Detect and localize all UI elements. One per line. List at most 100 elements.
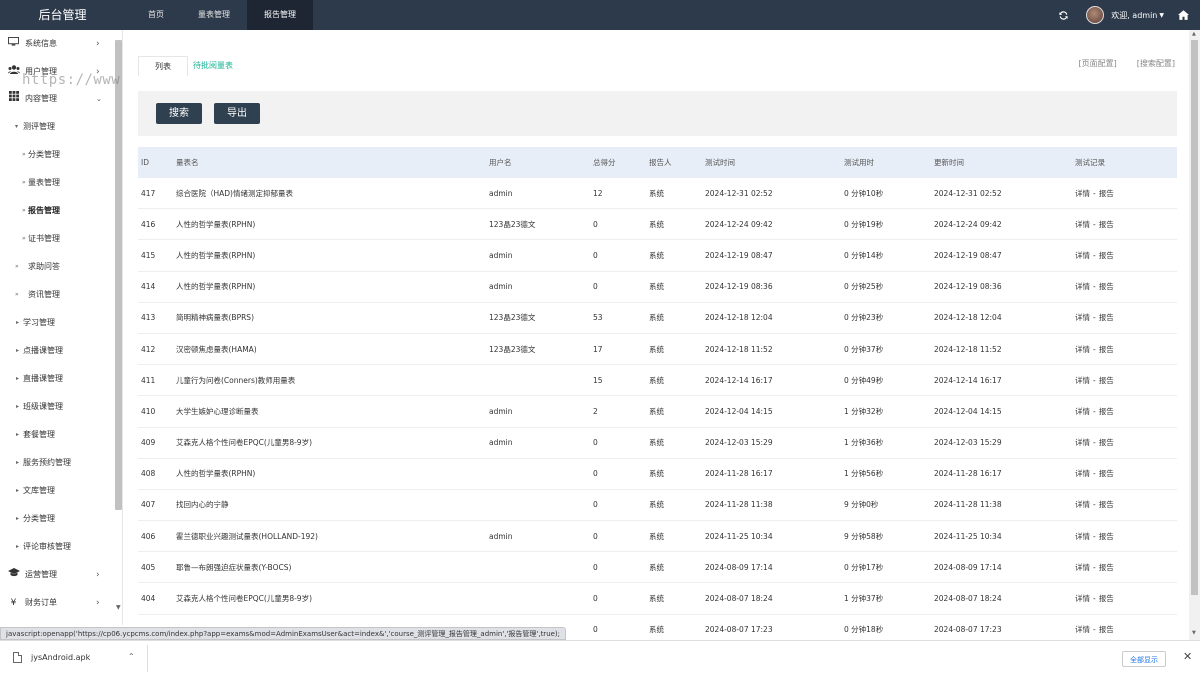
cell-username: 123晶23德文 bbox=[489, 219, 536, 229]
detail-link[interactable]: 详情 bbox=[1075, 344, 1090, 355]
detail-link[interactable]: 详情 bbox=[1075, 499, 1090, 510]
report-link[interactable]: 报告 bbox=[1099, 312, 1114, 323]
sidebar-item-library-management[interactable]: ▸ 文库管理 bbox=[0, 481, 115, 501]
detail-link[interactable]: 详情 bbox=[1075, 468, 1090, 479]
report-link[interactable]: 报告 bbox=[1099, 281, 1114, 292]
cell-reporter: 系统 bbox=[649, 375, 664, 385]
sidebar-item-class-course[interactable]: ▸ 班级课管理 bbox=[0, 397, 115, 417]
cell-id: 410 bbox=[141, 406, 156, 416]
detail-link[interactable]: 详情 bbox=[1075, 219, 1090, 230]
cell-reporter: 系统 bbox=[649, 438, 664, 448]
sidebar-item-label: 点播课管理 bbox=[23, 346, 63, 355]
cell-test-record: 详情 - 报告 bbox=[1075, 303, 1114, 333]
cell-test-time: 2024-12-31 02:52 bbox=[705, 188, 773, 198]
report-link[interactable]: 报告 bbox=[1099, 499, 1114, 510]
detail-link[interactable]: 详情 bbox=[1075, 437, 1090, 448]
sidebar-item-report-management[interactable]: » 报告管理 bbox=[0, 201, 115, 221]
detail-link[interactable]: 详情 bbox=[1075, 375, 1090, 386]
sidebar-item-help-qa[interactable]: » 求助问答 bbox=[0, 257, 115, 277]
sidebar-item-vod-course[interactable]: ▸ 点播课管理 bbox=[0, 341, 115, 361]
sidebar-item-news-management[interactable]: » 资讯管理 bbox=[0, 285, 115, 305]
sidebar-item-evaluation-management[interactable]: ▾ 测评管理 bbox=[0, 117, 115, 137]
cell-id: 406 bbox=[141, 531, 156, 541]
cell-test-record: 详情 - 报告 bbox=[1075, 521, 1114, 551]
cell-reporter: 系统 bbox=[649, 594, 664, 604]
cell-updated-time: 2024-12-19 08:47 bbox=[934, 250, 1002, 260]
cell-score: 0 bbox=[593, 438, 598, 448]
link-separator: - bbox=[1093, 219, 1096, 229]
sidebar-item-system-info[interactable]: 系统信息 › bbox=[0, 34, 115, 54]
report-link[interactable]: 报告 bbox=[1099, 624, 1114, 635]
sidebar-item-category-management[interactable]: » 分类管理 bbox=[0, 145, 115, 165]
report-link[interactable]: 报告 bbox=[1099, 531, 1114, 542]
export-button[interactable]: 导出 bbox=[214, 103, 260, 124]
topnav-home[interactable]: 首页 bbox=[131, 0, 181, 30]
sidebar-item-appointment-management[interactable]: ▸ 服务预约管理 bbox=[0, 453, 115, 473]
cell-updated-time: 2024-12-18 11:52 bbox=[934, 344, 1002, 354]
scroll-down-arrow-icon[interactable]: ▼ bbox=[1192, 630, 1196, 636]
sidebar-item-operations[interactable]: 运营管理 › bbox=[0, 565, 115, 585]
sidebar-item-study-management[interactable]: ▸ 学习管理 bbox=[0, 313, 115, 333]
chevron-up-icon[interactable]: ⌃ bbox=[128, 652, 135, 661]
sidebar-item-certificate-management[interactable]: » 证书管理 bbox=[0, 229, 115, 249]
scroll-down-arrow-icon[interactable]: ▼ bbox=[116, 604, 121, 611]
main-scrollbar[interactable]: ▲ ▼ bbox=[1189, 30, 1200, 640]
cell-test-time: 2024-12-14 16:17 bbox=[705, 375, 773, 385]
sidebar-item-package-management[interactable]: ▸ 套餐管理 bbox=[0, 425, 115, 445]
link-separator: - bbox=[1093, 375, 1096, 385]
caret-down-icon: ▾ bbox=[15, 123, 19, 130]
report-link[interactable]: 报告 bbox=[1099, 188, 1114, 199]
topnav-scale-management[interactable]: 量表管理 bbox=[181, 0, 247, 30]
sidebar-item-scale-management[interactable]: » 量表管理 bbox=[0, 173, 115, 193]
table-row: 411 儿童行为问卷(Conners)教师用量表 15 系统 2024-12-14 16… bbox=[138, 365, 1177, 397]
sidebar-item-live-course[interactable]: ▸ 直播课管理 bbox=[0, 369, 115, 389]
detail-link[interactable]: 详情 bbox=[1075, 188, 1090, 199]
sidebar-item-content-management[interactable]: 内容管理 ⌄ bbox=[0, 89, 115, 109]
report-link[interactable]: 报告 bbox=[1099, 437, 1114, 448]
report-link[interactable]: 报告 bbox=[1099, 250, 1114, 261]
cell-duration: 1 分钟32秒 bbox=[844, 406, 884, 416]
sidebar-scrollbar[interactable] bbox=[115, 40, 122, 510]
scrollbar-thumb[interactable] bbox=[1191, 40, 1198, 595]
cell-id: 416 bbox=[141, 219, 156, 229]
detail-link[interactable]: 详情 bbox=[1075, 312, 1090, 323]
sidebar-item-category-management-2[interactable]: ▸ 分类管理 bbox=[0, 509, 115, 529]
cell-test-time: 2024-12-03 15:29 bbox=[705, 438, 773, 448]
sidebar-item-comment-review[interactable]: ▸ 评论审核管理 bbox=[0, 537, 115, 557]
detail-link[interactable]: 详情 bbox=[1075, 250, 1090, 261]
report-link[interactable]: 报告 bbox=[1099, 344, 1114, 355]
sidebar-item-label: 文库管理 bbox=[23, 486, 55, 495]
home-icon[interactable] bbox=[1176, 8, 1190, 22]
avatar[interactable] bbox=[1086, 6, 1105, 24]
show-all-button[interactable]: 全部显示 bbox=[1122, 651, 1166, 667]
table-row: 416 人性的哲学量表(RPHN) 123晶23德文 0 系统 2024-12-24 09… bbox=[138, 209, 1177, 241]
detail-link[interactable]: 详情 bbox=[1075, 562, 1090, 573]
report-link[interactable]: 报告 bbox=[1099, 562, 1114, 573]
welcome-user[interactable]: 欢迎, admin bbox=[1111, 10, 1157, 21]
sidebar-item-finance-orders[interactable]: ¥ 财务订单 › bbox=[0, 593, 115, 613]
report-link[interactable]: 报告 bbox=[1099, 593, 1114, 604]
page-config-link[interactable]: [页面配置] bbox=[1079, 58, 1117, 69]
report-link[interactable]: 报告 bbox=[1099, 406, 1114, 417]
report-link[interactable]: 报告 bbox=[1099, 468, 1114, 479]
report-link[interactable]: 报告 bbox=[1099, 375, 1114, 386]
topnav-report-management[interactable]: 报告管理 bbox=[247, 0, 313, 30]
detail-link[interactable]: 详情 bbox=[1075, 593, 1090, 604]
refresh-icon[interactable] bbox=[1056, 8, 1070, 22]
detail-link[interactable]: 详情 bbox=[1075, 624, 1090, 635]
report-link[interactable]: 报告 bbox=[1099, 219, 1114, 230]
detail-link[interactable]: 详情 bbox=[1075, 531, 1090, 542]
scroll-up-arrow-icon[interactable]: ▲ bbox=[1192, 31, 1196, 37]
tab-pending-review[interactable]: 待批阅量表 bbox=[188, 56, 249, 76]
search-config-link[interactable]: [搜索配置] bbox=[1137, 58, 1175, 69]
caret-down-icon[interactable]: ▼ bbox=[1159, 12, 1164, 19]
column-header: 用户名 bbox=[489, 158, 512, 167]
detail-link[interactable]: 详情 bbox=[1075, 406, 1090, 417]
sidebar-section-label: 系统信息 bbox=[25, 39, 57, 48]
cell-scale-name: 人性的哲学量表(RPHN) bbox=[176, 250, 256, 260]
tab-list[interactable]: 列表 bbox=[138, 56, 188, 76]
download-item[interactable]: jysAndroid.apk ⌃ bbox=[0, 645, 148, 672]
search-button[interactable]: 搜索 bbox=[156, 103, 202, 124]
close-icon[interactable]: ✕ bbox=[1183, 650, 1192, 663]
detail-link[interactable]: 详情 bbox=[1075, 281, 1090, 292]
